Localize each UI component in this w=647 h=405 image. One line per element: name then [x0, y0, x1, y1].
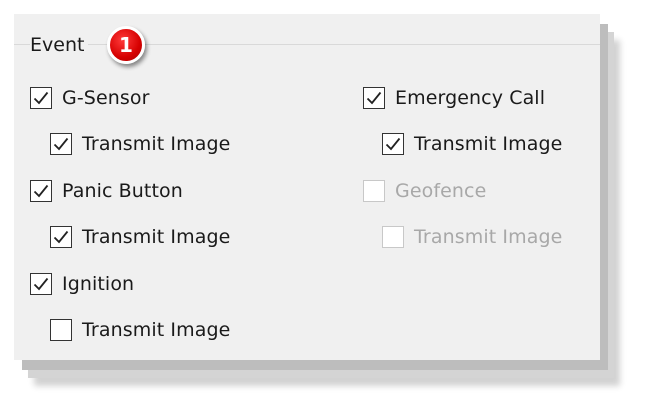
transmit-image-label: Transmit Image — [82, 319, 231, 341]
checkbox-box[interactable] — [363, 87, 385, 109]
checkmark-icon — [53, 230, 69, 244]
ignition-checkbox-item[interactable]: Ignition — [30, 270, 134, 298]
checkbox-box[interactable] — [50, 226, 72, 248]
emergency-call-transmit-image-checkbox-item[interactable]: Transmit Image — [382, 130, 562, 158]
event-settings-panel: Event 1 G-Sensor Transmit Image Panic Bu… — [14, 14, 600, 360]
ignition-label: Ignition — [62, 273, 135, 295]
checkmark-icon — [366, 91, 382, 105]
event-group-title: Event — [30, 33, 89, 57]
checkbox-box — [363, 180, 385, 202]
panic-button-label: Panic Button — [62, 180, 183, 202]
g-sensor-label: G-Sensor — [62, 87, 150, 109]
ignition-transmit-image-checkbox-item[interactable]: Transmit Image — [50, 316, 230, 344]
emergency-call-checkbox-item[interactable]: Emergency Call — [363, 84, 545, 112]
checkbox-box[interactable] — [30, 273, 52, 295]
transmit-image-label: Transmit Image — [82, 226, 231, 248]
checkbox-box[interactable] — [30, 87, 52, 109]
checkbox-box[interactable] — [50, 319, 72, 341]
checkmark-icon — [385, 137, 401, 151]
checkmark-icon — [53, 137, 69, 151]
callout-badge: 1 — [107, 26, 145, 64]
geofence-transmit-image-checkbox-item: Transmit Image — [382, 223, 562, 251]
transmit-image-label: Transmit Image — [82, 133, 231, 155]
transmit-image-label: Transmit Image — [414, 226, 563, 248]
checkmark-icon — [33, 277, 49, 291]
checkbox-box[interactable] — [30, 180, 52, 202]
emergency-call-label: Emergency Call — [395, 87, 546, 109]
g-sensor-checkbox-item[interactable]: G-Sensor — [30, 84, 150, 112]
g-sensor-transmit-image-checkbox-item[interactable]: Transmit Image — [50, 130, 230, 158]
checkbox-box — [382, 226, 404, 248]
geofence-label: Geofence — [395, 180, 487, 202]
checkmark-icon — [33, 91, 49, 105]
screenshot-canvas: Event 1 G-Sensor Transmit Image Panic Bu… — [0, 0, 647, 405]
geofence-checkbox-item: Geofence — [363, 177, 486, 205]
checkbox-box[interactable] — [50, 133, 72, 155]
panic-button-checkbox-item[interactable]: Panic Button — [30, 177, 183, 205]
checkmark-icon — [33, 184, 49, 198]
transmit-image-label: Transmit Image — [414, 133, 563, 155]
checkbox-box[interactable] — [382, 133, 404, 155]
panic-button-transmit-image-checkbox-item[interactable]: Transmit Image — [50, 223, 230, 251]
